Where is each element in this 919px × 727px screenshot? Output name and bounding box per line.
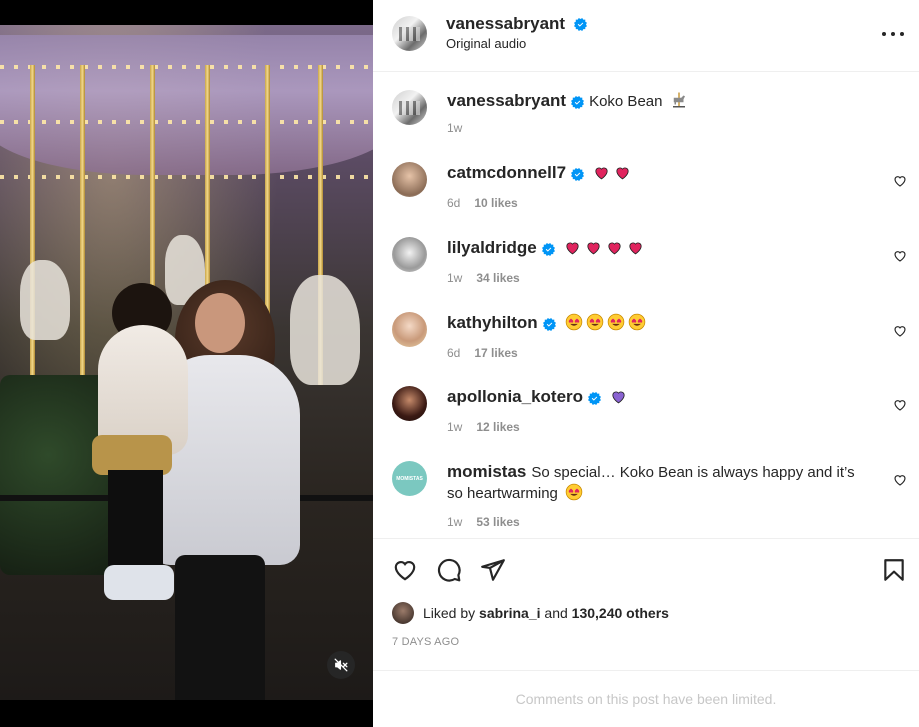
comment-time[interactable]: 1w [447,420,462,434]
like-comment-heart-icon[interactable] [893,249,907,263]
comment-meta: 6d 10 likes [447,196,518,210]
comment-username[interactable]: lilyaldridge [447,238,537,257]
owner-avatar[interactable] [392,90,427,125]
caption-username[interactable]: vanessabryant [447,91,566,110]
verified-badge-icon [571,95,585,109]
comment-meta: 1w 53 likes [447,515,520,529]
comment-time[interactable]: 6d [447,196,460,210]
red-heart-emoji-icon [595,167,608,180]
child-shoes [104,565,174,600]
comment-time[interactable]: 1w [447,271,462,285]
post-header: vanessabryant Original audio [373,0,919,72]
like-comment-heart-icon[interactable] [893,398,907,412]
comment-time[interactable]: 1w [447,515,462,529]
red-heart-emoji-icon [616,167,629,180]
like-comment-heart-icon[interactable] [893,473,907,487]
caption-time[interactable]: 1w [447,121,462,135]
heart-eyes-emoji-icon [628,313,646,331]
owner-info: vanessabryant Original audio [446,14,587,51]
heart-eyes-emoji-icon [586,313,604,331]
comment-meta: 6d 17 likes [447,346,518,360]
red-heart-emoji-icon [608,242,621,255]
comment-time[interactable]: 6d [447,346,460,360]
caption-text: Koko Bean [589,93,663,110]
red-heart-emoji-icon [629,242,642,255]
commenter-avatar[interactable]: MOMISTAS [392,461,427,496]
carousel-horse [290,275,360,385]
post-media[interactable] [0,0,373,727]
verified-badge-icon [541,242,555,256]
comment-username[interactable]: catmcdonnell7 [447,163,566,182]
woman-face [195,293,245,353]
comment-meta: 1w 34 likes [447,271,520,285]
liked-by-user[interactable]: sabrina_i [479,605,540,621]
like-comment-heart-icon[interactable] [893,174,907,188]
post-actions: Liked by sabrina_i and 130,240 others 7 … [373,538,919,670]
comment-line: momistas So special… Koko Bean is always … [447,461,873,504]
comment-username[interactable]: apollonia_kotero [447,387,583,406]
comment-bubble-icon[interactable] [436,557,462,583]
child-legs [108,470,163,575]
more-options-icon[interactable] [881,30,905,38]
comment-meta: 1w 12 likes [447,420,520,434]
verified-badge-icon [571,167,585,181]
comments-list[interactable]: vanessabryant Koko Bean 1w catmcdonnell7 … [373,72,919,538]
liker-avatar[interactable] [392,602,414,624]
video-player[interactable] [0,25,373,700]
commenter-avatar[interactable] [392,237,427,272]
comment-likes[interactable]: 53 likes [476,515,519,529]
owner-avatar[interactable] [392,16,427,51]
like-heart-icon[interactable] [392,557,418,583]
heart-eyes-emoji-icon [565,483,583,501]
red-heart-emoji-icon [587,242,600,255]
mute-button[interactable] [327,651,355,679]
verified-badge-icon [542,317,556,331]
commenter-avatar[interactable] [392,386,427,421]
comments-limited-text: Comments on this post have been limited. [515,691,777,707]
comment-likes[interactable]: 17 likes [474,346,517,360]
verified-badge-icon [588,391,602,405]
comment-line: catmcdonnell7 [447,162,873,184]
liked-by: Liked by sabrina_i and 130,240 others [392,602,669,624]
post-details-panel: vanessabryant Original audio vanessabrya… [373,0,919,727]
carousel-horse [20,260,70,340]
comment-likes[interactable]: 34 likes [476,271,519,285]
speaker-muted-icon [334,658,348,672]
heart-eyes-emoji-icon [607,313,625,331]
child-skirt [92,435,172,475]
comment-username[interactable]: momistas [447,462,526,481]
comment-line: lilyaldridge [447,237,873,259]
commenter-avatar[interactable] [392,312,427,347]
red-heart-emoji-icon [566,242,579,255]
momistas-logo-text: MOMISTAS [396,475,423,482]
caption-line: vanessabryant Koko Bean [447,90,873,112]
caption-meta: 1w [447,121,462,135]
post-timestamp[interactable]: 7 DAYS AGO [392,636,459,648]
share-paper-plane-icon[interactable] [480,557,506,583]
audio-label[interactable]: Original audio [446,36,587,51]
comment-line: kathyhilton [447,312,873,334]
carousel-horse-icon [672,92,685,108]
like-comment-heart-icon[interactable] [893,324,907,338]
comment-likes[interactable]: 10 likes [474,196,517,210]
commenter-avatar[interactable] [392,162,427,197]
liked-by-count[interactable]: 130,240 others [572,605,669,621]
woman-legs [175,555,265,700]
owner-username[interactable]: vanessabryant [446,14,565,33]
purple-heart-emoji-icon [612,391,625,404]
comment-username[interactable]: kathyhilton [447,313,538,332]
comment-line: apollonia_kotero [447,386,873,408]
comment-likes[interactable]: 12 likes [476,420,519,434]
carousel-pole [80,65,85,385]
heart-eyes-emoji-icon [565,313,583,331]
liked-by-prefix: Liked by [423,605,476,621]
save-bookmark-icon[interactable] [881,557,907,583]
liked-by-and: and [544,605,568,621]
comments-limited-notice: Comments on this post have been limited. [373,670,919,727]
verified-badge-icon [573,18,587,32]
